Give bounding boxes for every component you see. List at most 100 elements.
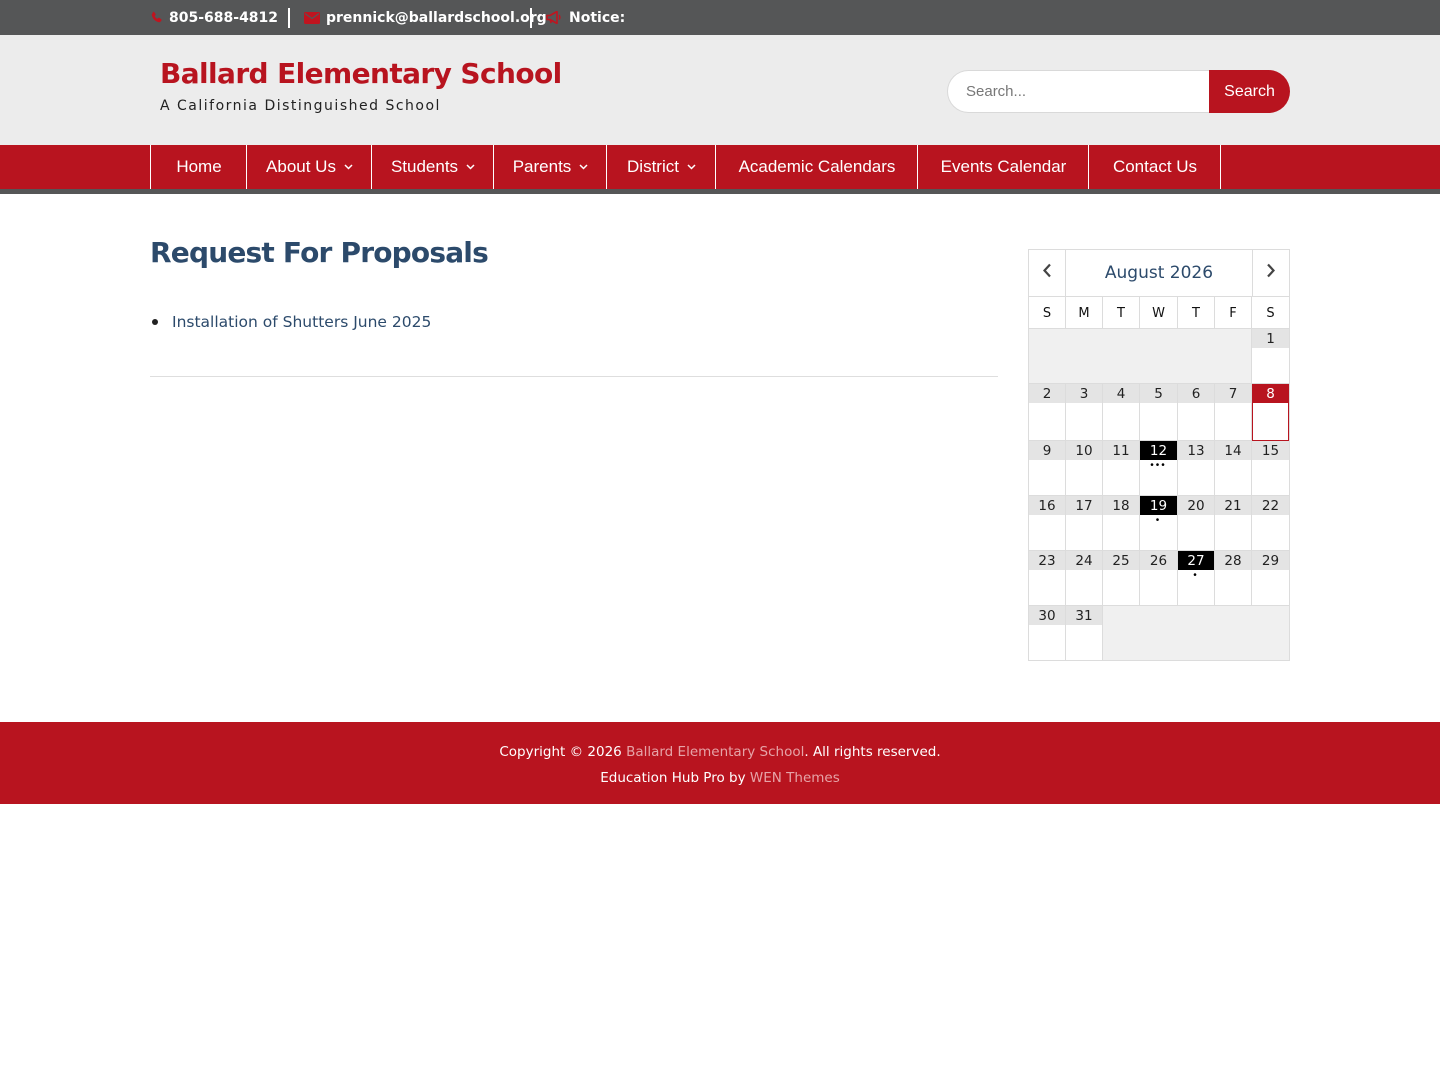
calendar-day-cell[interactable]: 27 •: [1178, 551, 1215, 606]
calendar-day-cell[interactable]: 10: [1066, 441, 1103, 496]
calendar-day-cell[interactable]: 7: [1215, 384, 1252, 441]
copyright-line: Copyright © 2026 Ballard Elementary Scho…: [0, 744, 1440, 760]
phone-icon: [150, 11, 163, 24]
nav-item-events-calendar[interactable]: Events Calendar: [917, 145, 1089, 189]
calendar-day-cell[interactable]: 12 •••: [1140, 441, 1178, 496]
calendar-day-cell[interactable]: 3: [1066, 384, 1103, 441]
email-address: prennick@ballardschool.org: [326, 9, 547, 26]
content-divider: [150, 376, 998, 377]
nav-item-academic-calendars[interactable]: Academic Calendars: [715, 145, 918, 189]
calendar-header: August 2026: [1029, 250, 1289, 297]
nav-item-home[interactable]: Home: [150, 145, 247, 189]
event-indicator: •••: [1150, 460, 1167, 471]
email-contact[interactable]: prennick@ballardschool.org: [304, 0, 547, 35]
calendar-day-number: 1: [1252, 329, 1289, 348]
proposal-link[interactable]: Installation of Shutters June 2025: [172, 313, 431, 331]
calendar-day-number: 16: [1029, 496, 1065, 515]
calendar-day-cell[interactable]: 30: [1029, 606, 1066, 661]
phone-number: 805-688-4812: [169, 9, 279, 26]
calendar-day-cell[interactable]: 26: [1140, 551, 1178, 606]
calendar-day-cell[interactable]: 17: [1066, 496, 1103, 551]
chevron-left-icon: [1042, 263, 1052, 283]
calendar-day-number: 17: [1066, 496, 1102, 515]
chevron-down-icon: [466, 164, 475, 170]
calendar-day-number: 28: [1215, 551, 1251, 570]
site-title[interactable]: Ballard Elementary School: [160, 57, 562, 90]
calendar-empty-cell: [1103, 606, 1289, 661]
calendar-day-cell[interactable]: 11: [1103, 441, 1140, 496]
calendar-day-number: 5: [1140, 384, 1177, 403]
nav-item-students[interactable]: Students: [371, 145, 494, 189]
calendar-day-cell[interactable]: 4: [1103, 384, 1140, 441]
nav-item-label: Home: [176, 157, 222, 176]
calendar-day-number: 26: [1140, 551, 1177, 570]
bullhorn-icon: [546, 11, 563, 24]
site-footer: Copyright © 2026 Ballard Elementary Scho…: [0, 722, 1440, 804]
calendar-day-number: 14: [1215, 441, 1251, 460]
calendar-next-button[interactable]: [1252, 250, 1289, 296]
calendar-day-cell[interactable]: 25: [1103, 551, 1140, 606]
calendar-day-number: 20: [1178, 496, 1214, 515]
calendar-day-number: 29: [1252, 551, 1289, 570]
calendar-day-cell[interactable]: 22: [1252, 496, 1289, 551]
search-input[interactable]: [947, 70, 1211, 113]
calendar-day-cell[interactable]: 15: [1252, 441, 1289, 496]
calendar-day-number: 21: [1215, 496, 1251, 515]
calendar-month-label: August 2026: [1104, 263, 1214, 283]
calendar-widget: August 2026 SMTWTFS 1 2 3 4 5 6 7 8 9 10 11 12 ••• 13…: [1028, 249, 1290, 661]
nav-item-about-us[interactable]: About Us: [246, 145, 372, 189]
copyright-prefix: Copyright © 2026: [499, 744, 627, 760]
calendar-day-cell[interactable]: 13: [1178, 441, 1215, 496]
calendar-day-cell[interactable]: 5: [1140, 384, 1178, 441]
calendar-day-cell[interactable]: 8: [1252, 384, 1289, 441]
nav-item-district[interactable]: District: [606, 145, 716, 189]
nav-bottom-border: [0, 189, 1440, 194]
event-indicator: •: [1193, 570, 1199, 581]
theme-prefix: Education Hub Pro by: [600, 770, 750, 786]
footer-school-link[interactable]: Ballard Elementary School: [626, 744, 804, 760]
nav-item-label: Students: [390, 157, 459, 176]
calendar-day-number: 30: [1029, 606, 1065, 625]
calendar-day-cell[interactable]: 19 •: [1140, 496, 1178, 551]
calendar-day-cell[interactable]: 29: [1252, 551, 1289, 606]
nav-item-contact-us[interactable]: Contact Us: [1088, 145, 1221, 189]
weekday-label: T: [1103, 297, 1140, 329]
theme-credit-line: Education Hub Pro by WEN Themes: [0, 770, 1440, 786]
chevron-down-icon: [687, 164, 696, 170]
chevron-right-icon: [1266, 263, 1276, 283]
calendar-day-number: 23: [1029, 551, 1065, 570]
site-header: Ballard Elementary School A California D…: [0, 35, 1440, 145]
calendar-day-number: 4: [1103, 384, 1139, 403]
notice-label: Notice:: [569, 9, 626, 26]
calendar-empty-cell: [1029, 329, 1252, 384]
nav-item-parents[interactable]: Parents: [493, 145, 607, 189]
nav-item-label: Contact Us: [1112, 157, 1198, 176]
calendar-day-number: 9: [1029, 441, 1065, 460]
calendar-day-cell[interactable]: 6: [1178, 384, 1215, 441]
calendar-day-cell[interactable]: 14: [1215, 441, 1252, 496]
calendar-day-cell[interactable]: 9: [1029, 441, 1066, 496]
calendar-day-number: 6: [1178, 384, 1214, 403]
top-bar: 805-688-4812 prennick@ballardschool.org …: [0, 0, 1440, 35]
calendar-prev-button[interactable]: [1029, 250, 1066, 296]
calendar-day-number: 3: [1066, 384, 1102, 403]
search-button[interactable]: Search: [1209, 70, 1290, 113]
calendar-weekdays: SMTWTFS: [1029, 297, 1289, 329]
calendar-day-cell[interactable]: 1: [1252, 329, 1289, 384]
calendar-day-cell[interactable]: 2: [1029, 384, 1066, 441]
calendar-day-cell[interactable]: 28: [1215, 551, 1252, 606]
weekday-label: F: [1215, 297, 1252, 329]
footer-theme-link[interactable]: WEN Themes: [750, 770, 840, 786]
nav-item-label: District: [627, 157, 679, 176]
calendar-day-cell[interactable]: 23: [1029, 551, 1066, 606]
phone-contact[interactable]: 805-688-4812: [150, 0, 278, 35]
calendar-day-cell[interactable]: 31: [1066, 606, 1103, 661]
calendar-day-cell[interactable]: 16: [1029, 496, 1066, 551]
calendar-day-cell[interactable]: 24: [1066, 551, 1103, 606]
topbar-divider: [530, 8, 532, 28]
calendar-day-cell[interactable]: 18: [1103, 496, 1140, 551]
main-nav: Home About Us Students Parents District …: [0, 145, 1440, 189]
calendar-day-cell[interactable]: 20: [1178, 496, 1215, 551]
nav-item-label: About Us: [266, 157, 336, 176]
calendar-day-cell[interactable]: 21: [1215, 496, 1252, 551]
